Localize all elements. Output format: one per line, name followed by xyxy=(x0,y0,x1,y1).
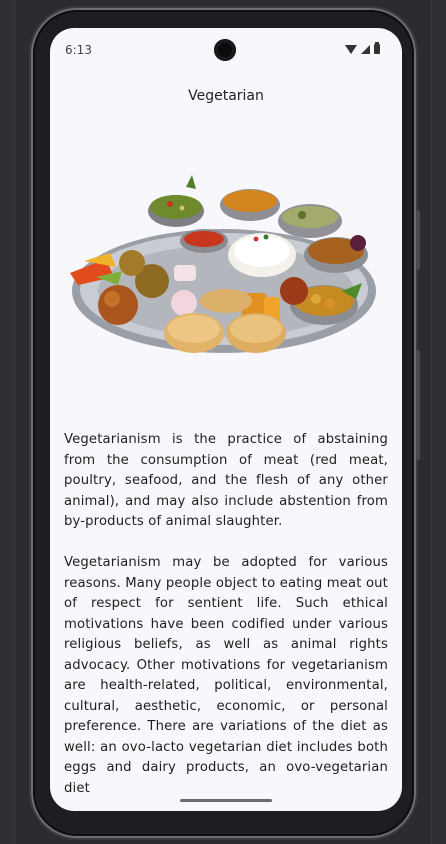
article-paragraph: Vegetarianism is the practice of abstain… xyxy=(64,432,388,529)
emulator-right-panel xyxy=(431,0,446,844)
status-bar: 6:13 xyxy=(50,28,402,72)
emulator-left-panel xyxy=(0,0,15,844)
front-camera xyxy=(214,39,236,61)
wifi-icon xyxy=(345,44,357,54)
signal-icon xyxy=(361,44,370,54)
gesture-navigation-bar[interactable] xyxy=(180,799,272,802)
battery-icon xyxy=(374,42,380,54)
article-text: Vegetarianism is the practice of abstain… xyxy=(64,430,388,811)
thali-image xyxy=(70,175,376,353)
status-clock: 6:13 xyxy=(65,43,92,57)
page-title: Vegetarian xyxy=(188,88,264,104)
status-icons xyxy=(345,42,380,54)
power-button[interactable] xyxy=(416,210,420,270)
phone-screen: 6:13 Vegetarian Vegetarianism is the pra… xyxy=(50,28,402,811)
volume-button[interactable] xyxy=(416,350,420,460)
article-paragraph: Vegetarianism may be adopted for various… xyxy=(64,555,388,796)
